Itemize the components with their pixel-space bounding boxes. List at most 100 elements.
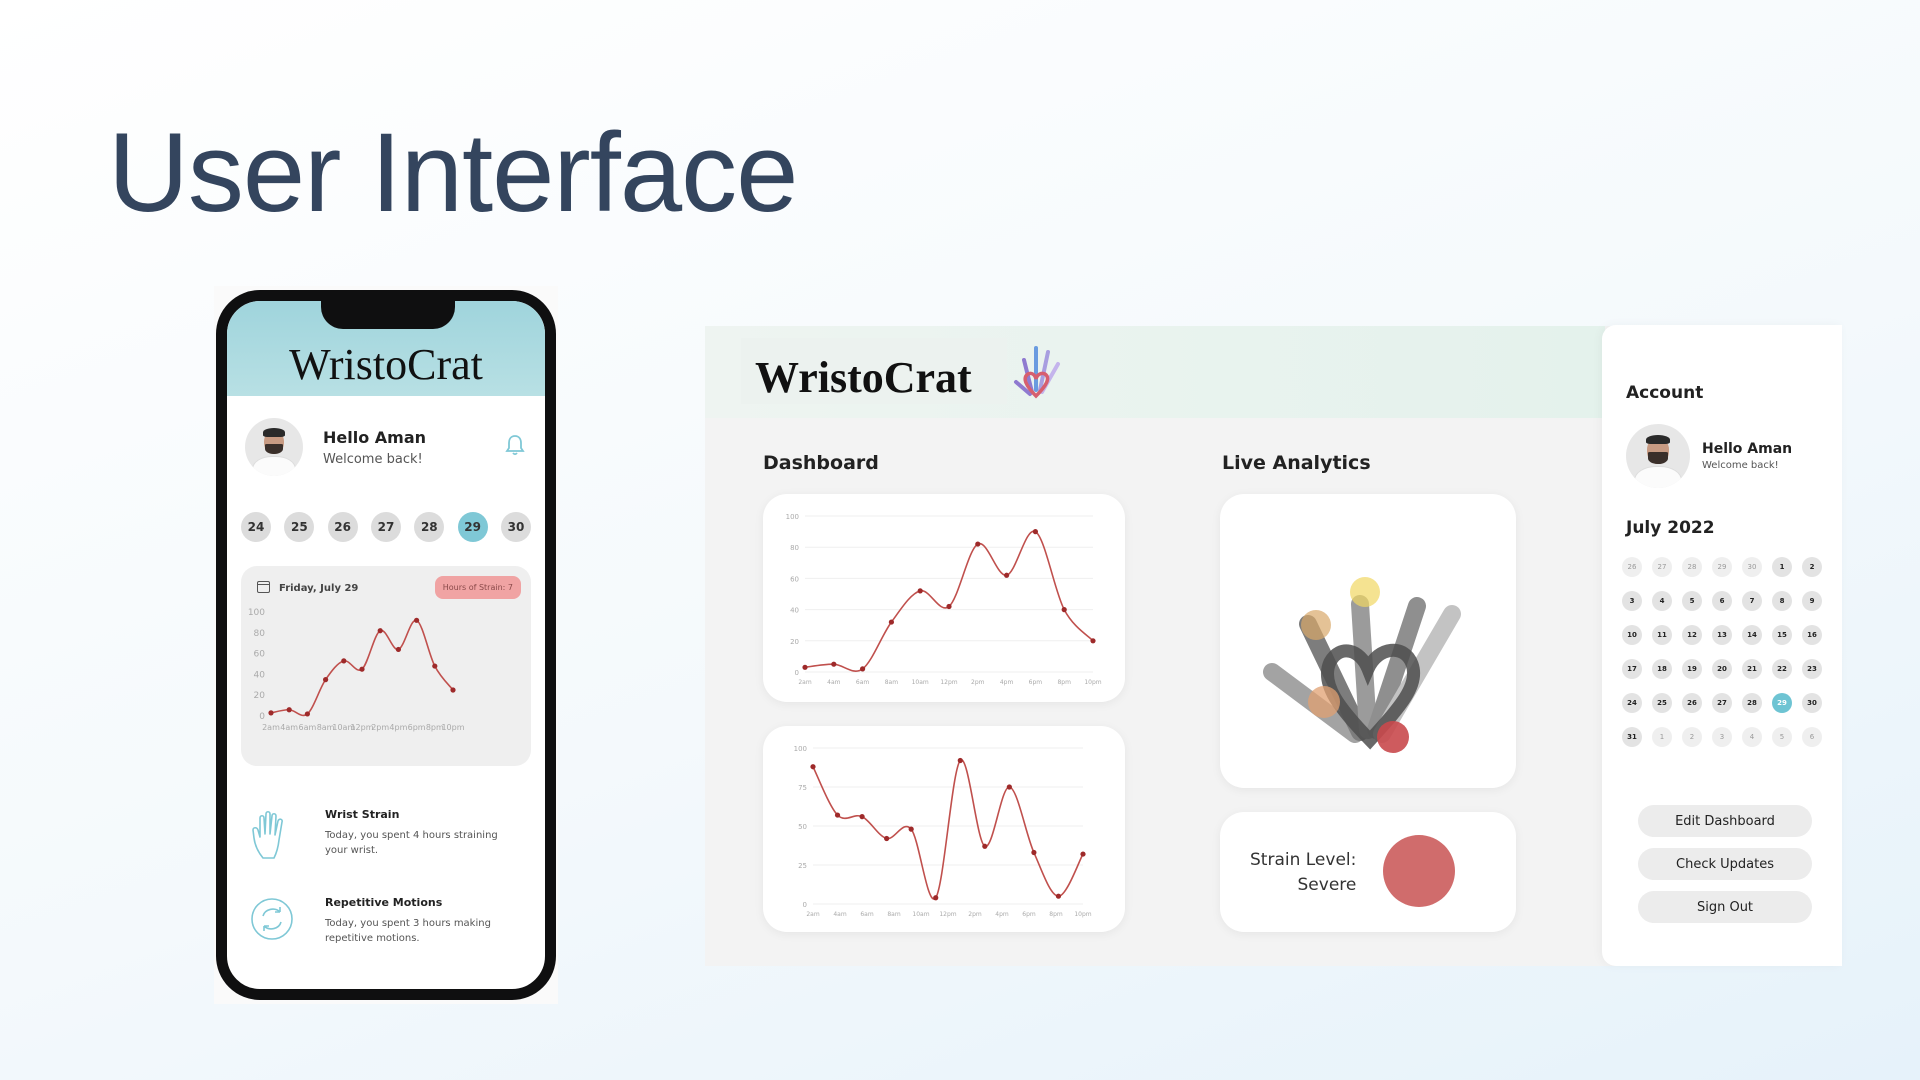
- calendar-day[interactable]: 28: [1682, 557, 1702, 577]
- calendar-day[interactable]: 7: [1742, 591, 1762, 611]
- x-tick-label: 12pm: [940, 679, 957, 686]
- calendar-day[interactable]: 14: [1742, 625, 1762, 645]
- check-updates-button[interactable]: Check Updates: [1638, 848, 1812, 880]
- calendar-day[interactable]: 6: [1712, 591, 1732, 611]
- calendar-day[interactable]: 2: [1802, 557, 1822, 577]
- calendar-day[interactable]: 29: [1772, 693, 1792, 713]
- phone-strain-chart: 0204060801002am 4am 6am 8am10am12pm2pm 4pm 6p…: [248, 608, 465, 732]
- data-point: [286, 707, 292, 713]
- live-hand-heatmap: [1263, 577, 1461, 753]
- calendar-day[interactable]: 27: [1712, 693, 1732, 713]
- dashboard-heading: Dashboard: [763, 452, 879, 474]
- calendar-day[interactable]: 27: [1652, 557, 1672, 577]
- calendar-day[interactable]: 25: [1652, 693, 1672, 713]
- calendar-day[interactable]: 8: [1772, 591, 1792, 611]
- y-tick-label: 60: [790, 575, 799, 583]
- calendar-day[interactable]: 6: [1802, 727, 1822, 747]
- calendar-day[interactable]: 10: [1622, 625, 1642, 645]
- dashboard-chart-card-2[interactable]: 0 25 50 75 100 2am 4am 6am 8am 10am 12pm 2pm 4pm 6pm 8…: [763, 726, 1125, 932]
- calendar-day[interactable]: 26: [1682, 693, 1702, 713]
- date-pill[interactable]: 30: [500, 512, 531, 542]
- hand-heart-logo-icon: [1014, 346, 1060, 399]
- metric-title: Wrist Strain: [325, 808, 400, 821]
- calendar-day[interactable]: 17: [1622, 659, 1642, 679]
- date-pill[interactable]: 28: [414, 512, 445, 542]
- x-tick-label: 4am: [833, 911, 846, 918]
- live-hand-visual-card: [1220, 494, 1516, 788]
- calendar-day[interactable]: 5: [1772, 727, 1792, 747]
- x-tick-label: 2am: [806, 911, 819, 918]
- calendar-day[interactable]: 1: [1652, 727, 1672, 747]
- bell-icon[interactable]: [505, 434, 525, 456]
- calendar-day[interactable]: 4: [1652, 591, 1672, 611]
- data-point: [946, 603, 952, 610]
- date-pill[interactable]: 25: [284, 512, 315, 542]
- calendar-day[interactable]: 5: [1682, 591, 1702, 611]
- y-tick-label: 0: [795, 669, 799, 677]
- calendar-day[interactable]: 19: [1682, 659, 1702, 679]
- calendar-day[interactable]: 23: [1802, 659, 1822, 679]
- dashboard-chart-card-1[interactable]: 0 20 40 60 80 100 2am 4am 6am 8am 10am 12pm 2pm 4pm 6p…: [763, 494, 1125, 702]
- data-point: [982, 843, 988, 849]
- calendar-day[interactable]: 16: [1802, 625, 1822, 645]
- phone-user-greeting: Hello Aman Welcome back!: [227, 396, 545, 476]
- calendar-day[interactable]: 31: [1622, 727, 1642, 747]
- hand-icon: [252, 810, 283, 859]
- calendar-day[interactable]: 3: [1712, 727, 1732, 747]
- calendar-day[interactable]: 26: [1622, 557, 1642, 577]
- calendar-day[interactable]: 18: [1652, 659, 1672, 679]
- data-point: [917, 588, 923, 594]
- calendar-day[interactable]: 22: [1772, 659, 1792, 679]
- calendar-day[interactable]: 24: [1622, 693, 1642, 713]
- date-pill[interactable]: 24: [241, 512, 271, 542]
- x-tick-label: 10am: [912, 679, 929, 686]
- edit-dashboard-button[interactable]: Edit Dashboard: [1638, 805, 1812, 837]
- avatar[interactable]: [245, 418, 303, 476]
- data-point: [1090, 638, 1096, 644]
- series-line: [812, 759, 1084, 900]
- calendar-day[interactable]: 21: [1742, 659, 1762, 679]
- data-point: [414, 617, 420, 623]
- x-tick-label: 2pm: [968, 911, 982, 918]
- calendar-day[interactable]: 9: [1802, 591, 1822, 611]
- phone-mockup: WristoCrat Hello Aman Welcome back! 24 25…: [214, 286, 558, 1004]
- calendar-day[interactable]: 11: [1652, 625, 1672, 645]
- data-point: [304, 711, 310, 717]
- data-point: [1055, 893, 1062, 899]
- x-tick-label: 4pm: [389, 723, 407, 732]
- y-tick-label: 40: [254, 670, 266, 680]
- calendar-day[interactable]: 15: [1772, 625, 1792, 645]
- calendar-day[interactable]: 30: [1802, 693, 1822, 713]
- y-tick-label: 0: [803, 901, 807, 909]
- data-point: [802, 664, 808, 670]
- y-tick-label: 100: [786, 513, 799, 521]
- calendar-day[interactable]: 20: [1712, 659, 1732, 679]
- strain-level-label: Strain Level:: [1250, 850, 1357, 870]
- calendar-day[interactable]: 2: [1682, 727, 1702, 747]
- date-pill[interactable]: 26: [327, 512, 358, 542]
- calendar-day[interactable]: 13: [1712, 625, 1732, 645]
- greeting-text: Hello Aman: [1702, 441, 1793, 457]
- y-tick-label: 80: [254, 629, 266, 639]
- data-point: [268, 710, 274, 716]
- date-pill[interactable]: 27: [370, 512, 401, 542]
- sign-out-button[interactable]: Sign Out: [1638, 891, 1812, 923]
- calendar-day[interactable]: 4: [1742, 727, 1762, 747]
- x-tick-label: 8pm: [1049, 911, 1063, 918]
- x-tick-label: 6pm: [1029, 679, 1043, 686]
- calendar-day[interactable]: 30: [1742, 557, 1762, 577]
- date-pill[interactable]: 29: [457, 512, 488, 542]
- avatar[interactable]: [1626, 424, 1690, 488]
- strain-level-value: Severe: [1297, 875, 1357, 895]
- data-point: [859, 814, 865, 820]
- data-point: [395, 646, 401, 653]
- calendar-day[interactable]: 3: [1622, 591, 1642, 611]
- x-tick-label: 8pm: [1057, 679, 1071, 686]
- calendar-day[interactable]: 12: [1682, 625, 1702, 645]
- calendar-day[interactable]: 29: [1712, 557, 1732, 577]
- phone-brand-title: WristoCrat: [289, 340, 483, 389]
- live-analytics-heading: Live Analytics: [1222, 452, 1371, 474]
- desktop-brand-title: WristoCrat: [755, 353, 972, 402]
- calendar-day[interactable]: 1: [1772, 557, 1792, 577]
- calendar-day[interactable]: 28: [1742, 693, 1762, 713]
